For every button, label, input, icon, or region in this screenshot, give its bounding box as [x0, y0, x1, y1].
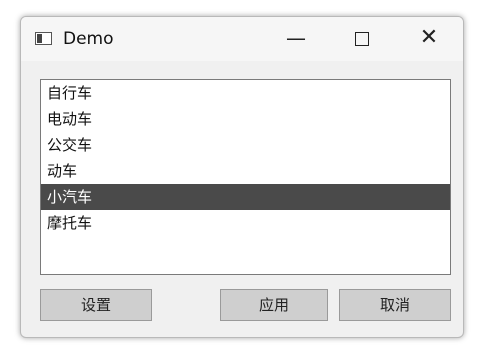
- vehicle-list[interactable]: 自行车 电动车 公交车 动车 小汽车 摩托车: [40, 79, 451, 275]
- maximize-button[interactable]: [339, 17, 385, 61]
- maximize-icon: [355, 31, 369, 46]
- minimize-button[interactable]: —: [273, 17, 319, 61]
- list-item[interactable]: 摩托车: [41, 210, 450, 236]
- cancel-button[interactable]: 取消: [339, 289, 451, 321]
- demo-window: Demo — ✕ 自行车 电动车 公交车 动车 小汽车 摩托车 设置 应用 取消: [20, 16, 464, 338]
- apply-button[interactable]: 应用: [220, 289, 328, 321]
- list-item[interactable]: 公交车: [41, 132, 450, 158]
- close-button[interactable]: ✕: [406, 17, 452, 61]
- window-title: Demo: [63, 29, 114, 49]
- list-item[interactable]: 动车: [41, 158, 450, 184]
- list-item-selected[interactable]: 小汽车: [41, 184, 450, 210]
- list-item[interactable]: 自行车: [41, 80, 450, 106]
- list-item[interactable]: 电动车: [41, 106, 450, 132]
- title-bar[interactable]: Demo — ✕: [21, 17, 463, 61]
- window-app-icon: [35, 32, 52, 45]
- settings-button[interactable]: 设置: [40, 289, 152, 321]
